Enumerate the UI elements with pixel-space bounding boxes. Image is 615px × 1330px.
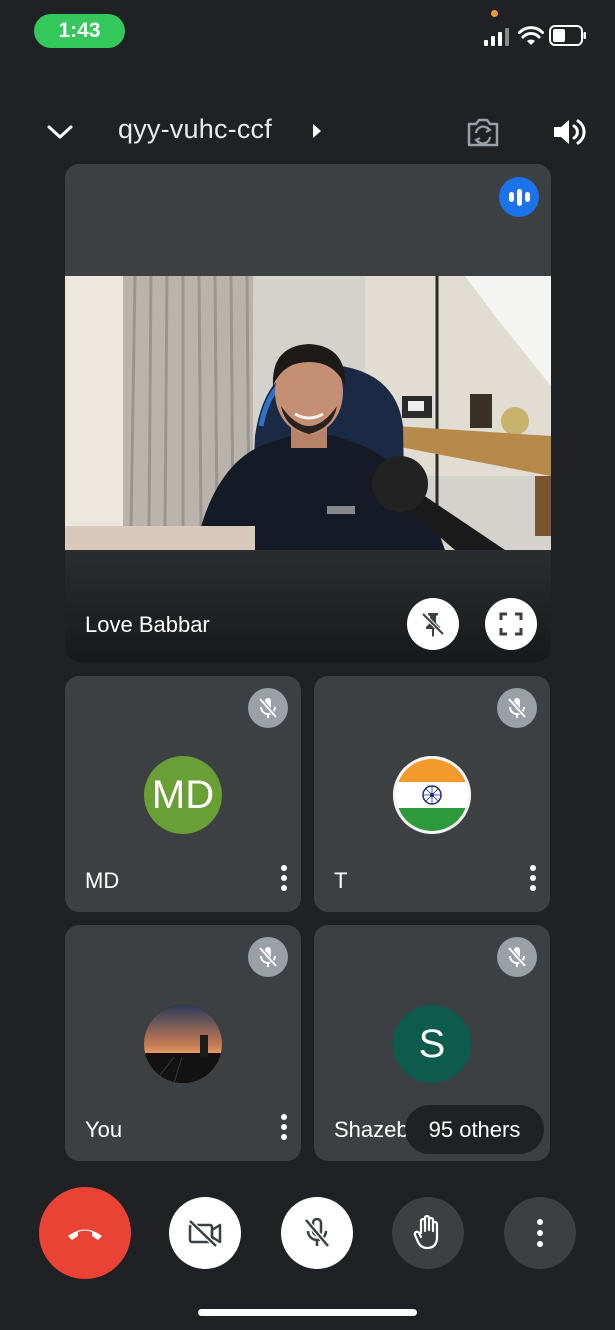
more-options-button[interactable] [504, 1197, 576, 1269]
main-speaker-tile[interactable]: Love Babbar [65, 164, 551, 662]
privacy-indicator-dot [491, 10, 498, 17]
participant-name: You [85, 1117, 123, 1142]
cellular-signal-icon [484, 28, 509, 46]
avatar: MD [144, 756, 222, 834]
raise-hand-button[interactable] [392, 1197, 464, 1269]
wifi-icon [518, 26, 544, 45]
end-call-button[interactable] [39, 1187, 131, 1279]
fullscreen-button[interactable] [485, 598, 537, 650]
tile-footer-shade [65, 550, 551, 662]
unpin-button[interactable] [407, 598, 459, 650]
mic-off-icon [497, 937, 537, 977]
switch-camera-icon[interactable] [463, 113, 503, 151]
mic-off-icon [248, 688, 288, 728]
status-bar: 1:43 [0, 0, 615, 64]
video-off-icon [188, 1219, 222, 1248]
mic-off-icon [248, 937, 288, 977]
speaker-video-feed [65, 276, 551, 550]
meeting-header: qyy-vuhc-ccf [0, 100, 615, 164]
participant-tile[interactable]: T [314, 676, 550, 912]
participant-name: T [334, 868, 348, 893]
chevron-down-icon [47, 125, 73, 139]
meeting-code[interactable]: qyy-vuhc-ccf [118, 114, 272, 145]
fullscreen-icon [499, 612, 523, 636]
speaker-volume-icon[interactable] [549, 113, 589, 151]
mic-off-icon [497, 688, 537, 728]
others-count-button[interactable]: 95 others [405, 1105, 544, 1154]
unpin-icon [421, 612, 445, 637]
more-options-icon[interactable] [526, 862, 540, 894]
hang-up-icon [68, 1229, 102, 1240]
india-flag-avatar [393, 756, 471, 834]
more-options-icon[interactable] [277, 862, 291, 894]
more-vert-icon [536, 1219, 544, 1247]
mic-off-icon [304, 1217, 330, 1248]
caret-right-icon[interactable] [311, 122, 323, 140]
status-time: 1:43 [34, 14, 125, 48]
minimize-button[interactable] [40, 114, 80, 150]
participant-tile-self[interactable]: You [65, 925, 301, 1161]
participant-name: Shazeb [334, 1117, 409, 1142]
participant-tile[interactable]: MD MD [65, 676, 301, 912]
sunset-photo-avatar [144, 1005, 222, 1083]
home-indicator[interactable] [198, 1309, 417, 1316]
more-options-icon[interactable] [277, 1111, 291, 1143]
camera-toggle-button[interactable] [169, 1197, 241, 1269]
speaking-indicator-icon [499, 177, 539, 217]
microphone-toggle-button[interactable] [281, 1197, 353, 1269]
hand-icon [413, 1215, 439, 1250]
avatar: S [393, 1005, 471, 1083]
battery-icon [549, 25, 586, 46]
participant-name: MD [85, 868, 120, 893]
main-participant-name: Love Babbar [85, 612, 210, 637]
